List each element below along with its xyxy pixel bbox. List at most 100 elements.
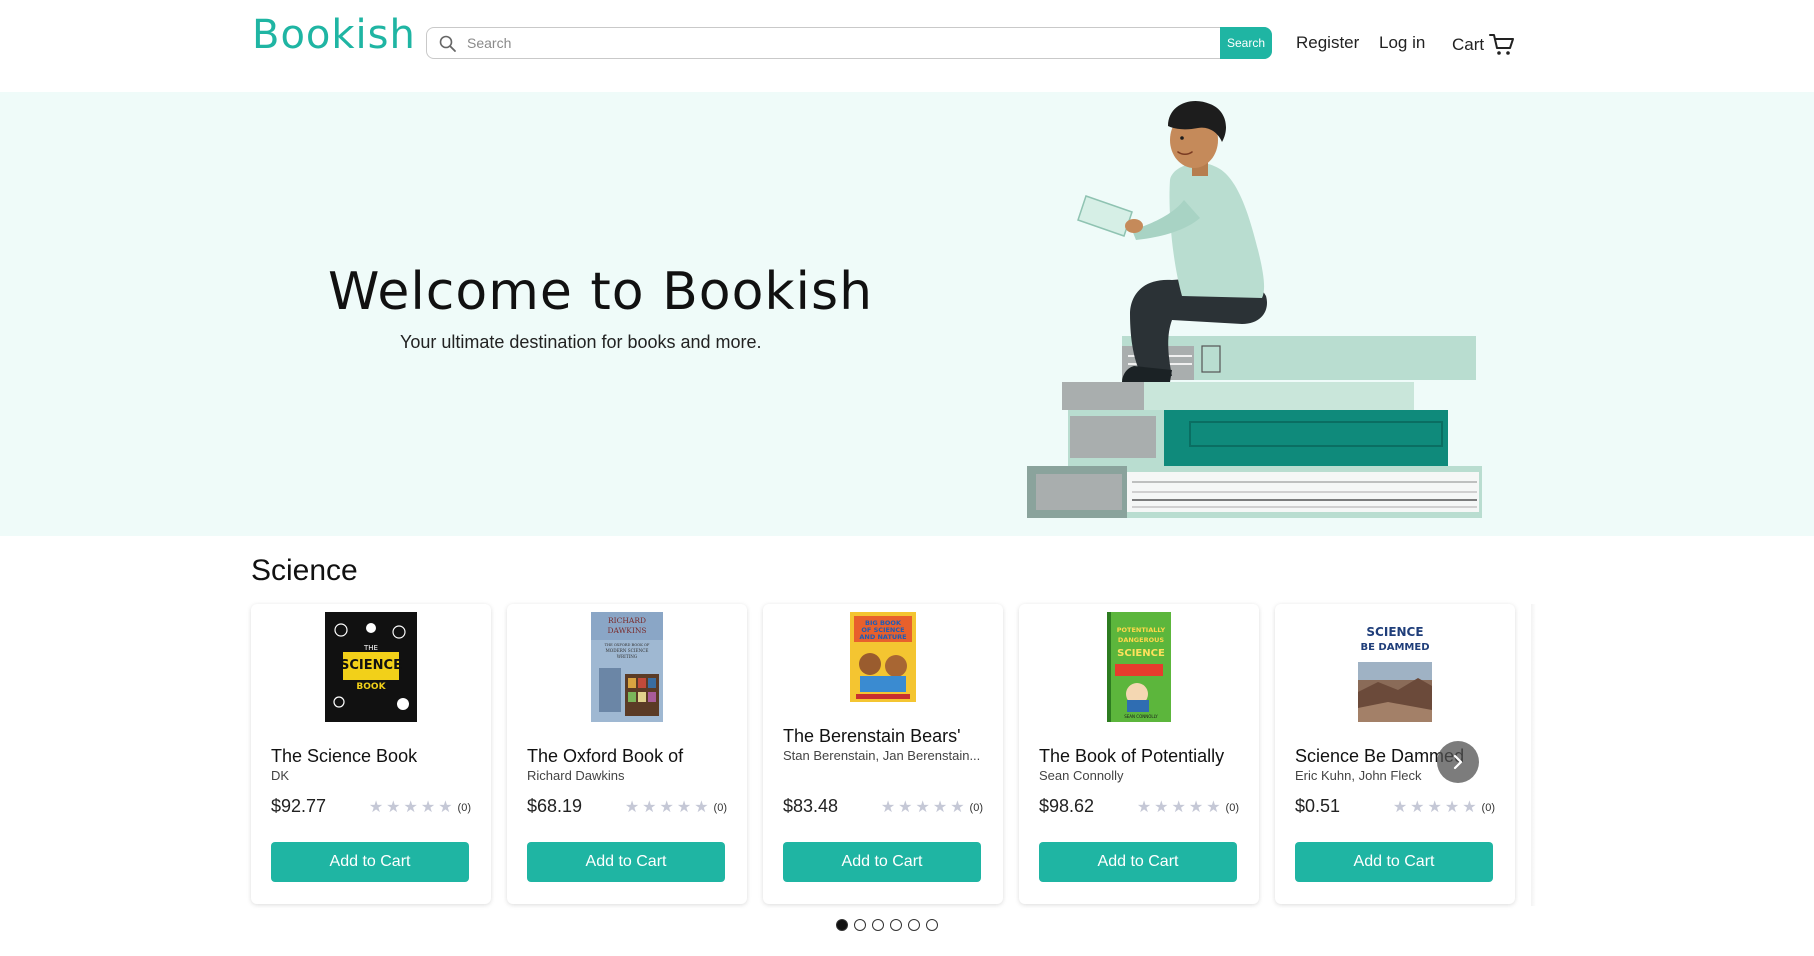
register-link[interactable]: Register xyxy=(1296,33,1359,53)
cover-text: SEAN CONNOLLY xyxy=(1124,714,1158,719)
cover-text: DAWKINS xyxy=(607,626,646,635)
carousel-dot[interactable] xyxy=(926,919,938,931)
rating-count: (0) xyxy=(1225,802,1239,814)
book-cover-image[interactable]: SCIENCE BE DAMMED xyxy=(1358,612,1432,722)
add-to-cart-button[interactable]: Add to Cart xyxy=(527,842,725,882)
cover-text: MODERN SCIENCE xyxy=(606,648,649,653)
site-logo[interactable]: Bookish xyxy=(252,12,416,58)
login-link[interactable]: Log in xyxy=(1379,33,1425,53)
product-card[interactable]: POTENTIALLY DANGEROUS SCIENCE SEAN CONNO… xyxy=(1019,604,1259,904)
add-to-cart-button[interactable]: Add to Cart xyxy=(1039,842,1237,882)
cover-text: BE DAMMED xyxy=(1360,642,1429,653)
cover-text: SCIENCE xyxy=(1366,625,1423,639)
book-cover-image[interactable]: THE SCIENCE BOOK xyxy=(325,612,417,722)
star-icon: ★ xyxy=(403,799,418,816)
book-author: Richard Dawkins xyxy=(527,768,625,783)
search-input[interactable] xyxy=(467,28,1222,58)
search-button[interactable]: Search xyxy=(1220,27,1272,59)
carousel-dot[interactable] xyxy=(890,919,902,931)
hero-banner: Welcome to Bookish Your ultimate destina… xyxy=(0,92,1814,536)
book-carousel: THE SCIENCE BOOK The Science Book DK $92… xyxy=(251,604,1531,906)
cover-text: WRITING xyxy=(617,654,638,659)
book-title[interactable]: The Berenstain Bears' xyxy=(783,726,961,747)
star-rating: ★ ★ ★ ★ ★ (0) xyxy=(1393,800,1495,816)
book-cover-image[interactable]: RICHARD DAWKINS THE OXFORD BOOK OF MODER… xyxy=(591,612,663,722)
star-icon: ★ xyxy=(676,799,692,816)
cover-text: DANGEROUS xyxy=(1118,636,1164,644)
star-icon: ★ xyxy=(1410,799,1425,816)
book-price: $98.62 xyxy=(1039,796,1095,816)
cart-label: Cart xyxy=(1452,35,1485,54)
star-icon: ★ xyxy=(1392,799,1408,816)
add-to-cart-button[interactable]: Add to Cart xyxy=(1295,842,1493,882)
book-cover-image[interactable]: BIG BOOK OF SCIENCE AND NATURE xyxy=(850,612,916,702)
star-icon: ★ xyxy=(438,799,453,816)
book-cover-image[interactable]: POTENTIALLY DANGEROUS SCIENCE SEAN CONNO… xyxy=(1107,612,1171,722)
book-title[interactable]: The Science Book xyxy=(271,746,417,767)
star-icon: ★ xyxy=(694,799,709,816)
star-rating: ★ ★ ★ ★ ★ (0) xyxy=(369,800,471,816)
rating-count: (0) xyxy=(969,802,983,814)
add-to-cart-button[interactable]: Add to Cart xyxy=(271,842,469,882)
product-card[interactable]: THE SCIENCE BOOK The Science Book DK $92… xyxy=(251,604,491,904)
book-price: $0.51 xyxy=(1295,796,1341,816)
book-price: $83.48 xyxy=(783,796,839,816)
star-icon: ★ xyxy=(1427,799,1442,816)
book-price: $68.19 xyxy=(527,796,583,816)
section-title-science: Science xyxy=(251,554,358,587)
star-icon: ★ xyxy=(880,799,896,816)
next-card-edge xyxy=(1531,604,1536,906)
star-icon: ★ xyxy=(659,799,674,816)
product-card[interactable]: RICHARD DAWKINS THE OXFORD BOOK OF MODER… xyxy=(507,604,747,904)
cover-text: POTENTIALLY xyxy=(1117,626,1166,634)
cart-link[interactable]: Cart xyxy=(1452,33,1515,57)
chevron-right-icon xyxy=(1453,754,1463,770)
star-icon: ★ xyxy=(386,799,401,816)
product-card[interactable]: BIG BOOK OF SCIENCE AND NATURE The Beren… xyxy=(763,604,1003,904)
product-card[interactable]: SCIENCE BE DAMMED Science Be Dammed Eric… xyxy=(1275,604,1515,904)
cover-text: THE OXFORD BOOK OF xyxy=(605,643,650,647)
hero-title: Welcome to Bookish xyxy=(328,262,874,322)
cover-text: SCIENCE xyxy=(1117,648,1165,659)
star-rating: ★ ★ ★ ★ ★ (0) xyxy=(881,800,983,816)
hero-subtitle: Your ultimate destination for books and … xyxy=(400,332,762,352)
carousel-dot[interactable] xyxy=(854,919,866,931)
book-author: Stan Berenstain, Jan Berenstain... xyxy=(783,748,981,763)
star-icon: ★ xyxy=(950,799,965,816)
rating-count: (0) xyxy=(1481,802,1495,814)
search-icon xyxy=(439,35,456,52)
rating-count: (0) xyxy=(457,802,471,814)
carousel-next-button[interactable] xyxy=(1437,741,1479,783)
book-title[interactable]: The Oxford Book of xyxy=(527,746,683,767)
star-icon: ★ xyxy=(1171,799,1186,816)
carousel-pagination xyxy=(836,919,938,931)
carousel-dot[interactable] xyxy=(836,919,848,931)
cover-text: RICHARD xyxy=(608,616,646,625)
star-icon: ★ xyxy=(368,799,384,816)
star-icon: ★ xyxy=(1444,799,1460,816)
star-icon: ★ xyxy=(898,799,913,816)
star-icon: ★ xyxy=(624,799,640,816)
star-icon: ★ xyxy=(1136,799,1152,816)
star-icon: ★ xyxy=(420,799,436,816)
carousel-dot[interactable] xyxy=(872,919,884,931)
star-icon: ★ xyxy=(932,799,948,816)
carousel-dot[interactable] xyxy=(908,919,920,931)
top-header: Bookish Search Register Log in Cart xyxy=(0,0,1814,92)
cover-text: THE xyxy=(363,644,378,652)
rating-count: (0) xyxy=(713,802,727,814)
shopping-cart-icon xyxy=(1489,34,1515,55)
add-to-cart-button[interactable]: Add to Cart xyxy=(783,842,981,882)
star-icon: ★ xyxy=(1206,799,1221,816)
star-icon: ★ xyxy=(1154,799,1169,816)
star-icon: ★ xyxy=(915,799,930,816)
reader-on-books-illustration xyxy=(1027,100,1482,518)
cover-text: SCIENCE xyxy=(340,658,402,673)
star-icon: ★ xyxy=(1462,799,1477,816)
star-icon: ★ xyxy=(642,799,657,816)
book-title[interactable]: The Book of Potentially xyxy=(1039,746,1224,767)
search-bar: Search xyxy=(426,27,1272,59)
star-rating: ★ ★ ★ ★ ★ (0) xyxy=(625,800,727,816)
star-rating: ★ ★ ★ ★ ★ (0) xyxy=(1137,800,1239,816)
cover-text: BOOK xyxy=(356,682,386,692)
